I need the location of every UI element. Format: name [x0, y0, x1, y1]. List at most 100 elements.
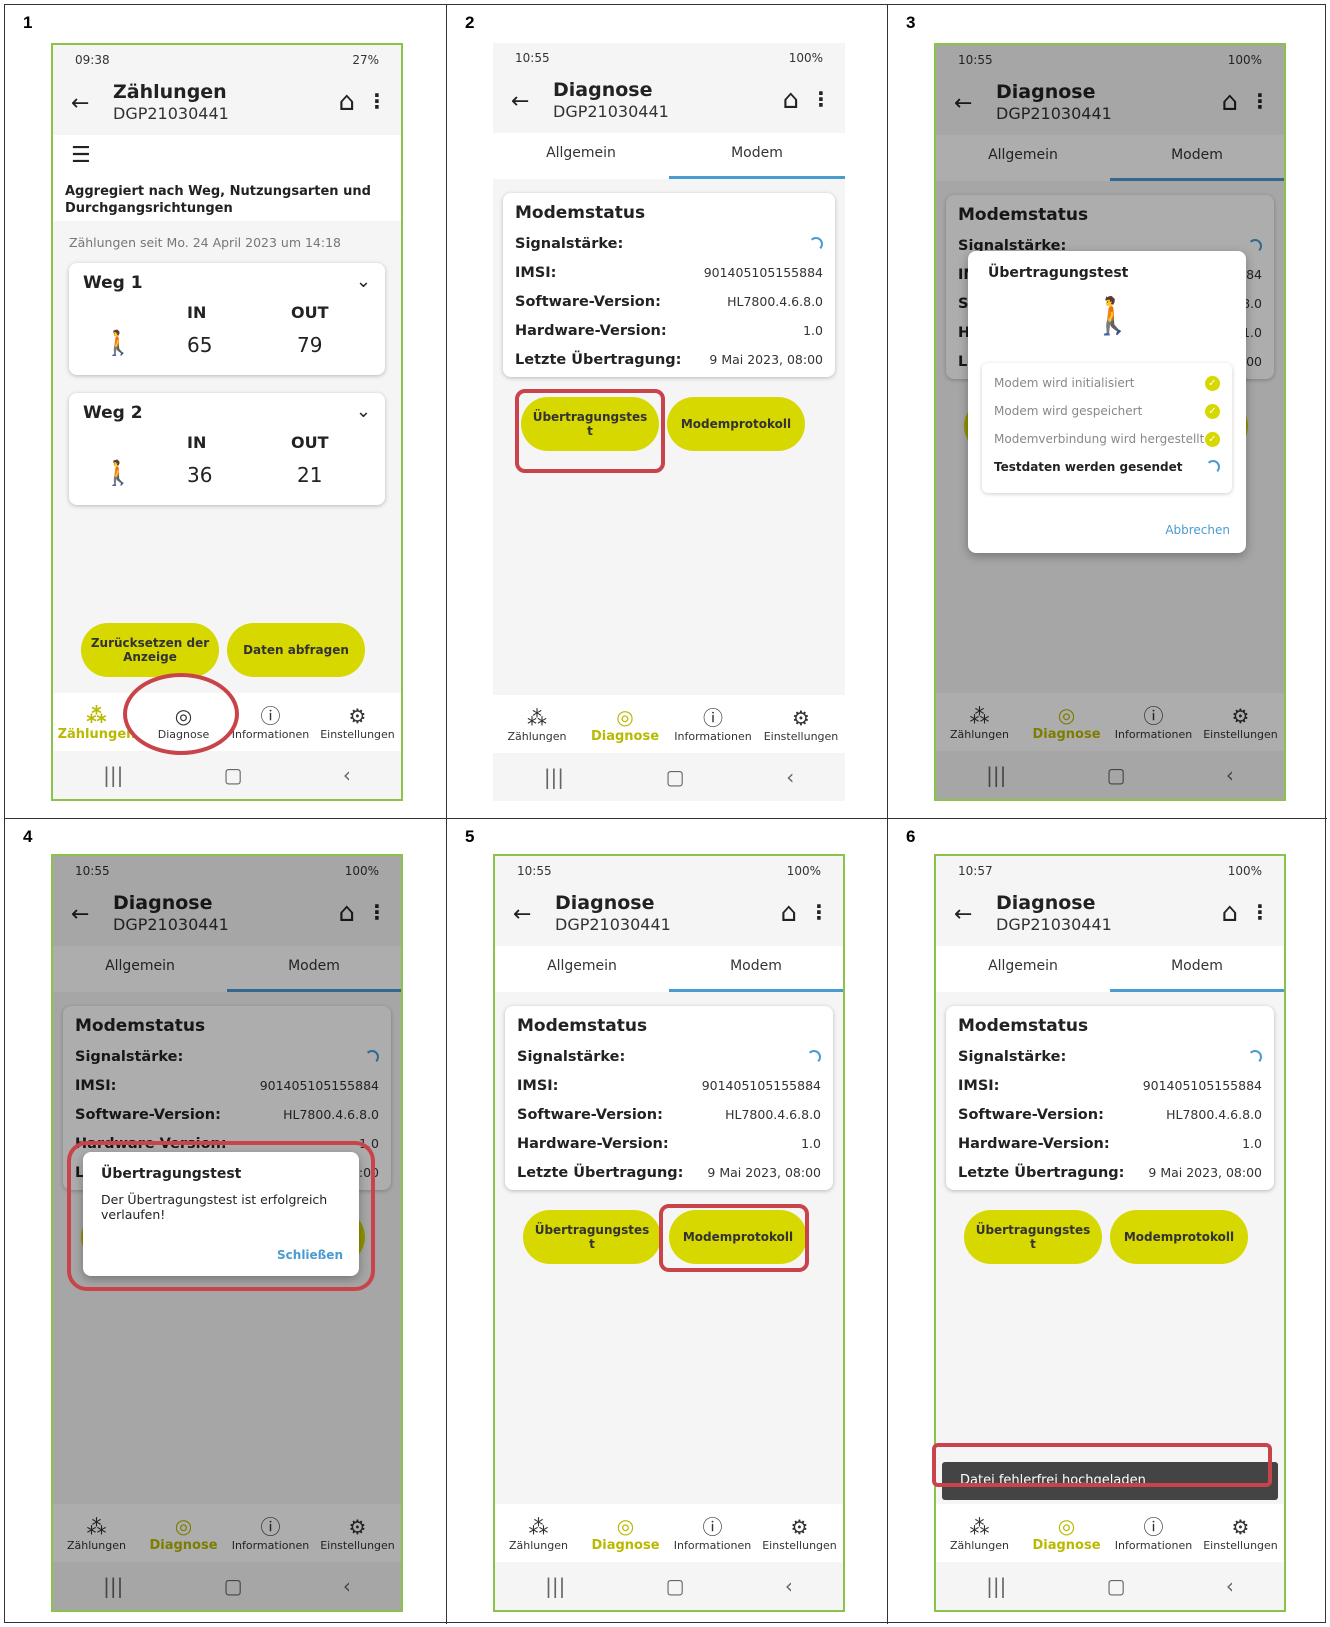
more-menu-icon[interactable]: ⋮	[811, 87, 831, 111]
nav-settings[interactable]: ⚙ Einstellungen	[756, 1504, 843, 1562]
home-button-icon[interactable]: ▢	[224, 763, 243, 787]
tab-general[interactable]: Allgemein	[493, 133, 669, 179]
battery-level: 27%	[352, 53, 379, 67]
nav-diagnosis[interactable]: ◎ Diagnose	[1023, 1504, 1110, 1562]
nav-counts[interactable]: ⁂ Zählungen	[936, 1504, 1023, 1562]
row-key: IMSI:	[515, 264, 557, 281]
nav-label: Informationen	[674, 729, 752, 743]
nav-diagnosis[interactable]: ◎ Diagnose	[582, 1504, 669, 1562]
row-value: 901405105155884	[701, 1078, 821, 1093]
recents-icon[interactable]: |||	[103, 763, 123, 787]
modem-status-card: Modemstatus Signalstärke: IMSI: 90140510515…	[503, 193, 835, 377]
back-arrow-icon[interactable]: ←	[71, 91, 113, 116]
battery-level: 100%	[1227, 864, 1262, 878]
system-nav: ||| ▢ ‹	[493, 753, 845, 801]
status-row: IMSI: 901405105155884	[515, 258, 823, 287]
nav-label: Informationen	[1114, 1538, 1193, 1552]
nav-label: Diagnose	[590, 728, 660, 744]
back-arrow-icon[interactable]: ←	[513, 902, 555, 927]
recents-icon[interactable]: |||	[544, 765, 564, 789]
out-count: 21	[297, 463, 323, 487]
step-label: Testdaten werden gesendet	[994, 460, 1183, 474]
step-label: Modemverbindung wird hergestellt	[994, 432, 1205, 446]
modem-protocol-button[interactable]: Modemprotokoll	[1110, 1210, 1248, 1264]
clock: 10:55	[515, 51, 550, 65]
dialog-title: Übertragungstest	[988, 265, 1129, 281]
chevron-down-icon[interactable]: ⌄	[356, 401, 371, 422]
nav-information[interactable]: ⓘ Informationen	[669, 695, 757, 753]
pulse-icon: ◎	[616, 1513, 635, 1538]
nav-diagnosis[interactable]: ◎ Diagnose	[581, 695, 669, 753]
back-icon[interactable]: ‹	[786, 765, 794, 789]
info-icon: ⓘ	[1143, 1514, 1164, 1539]
home-button-icon[interactable]: ▢	[666, 1574, 685, 1598]
nav-settings[interactable]: ⚙ Einstellungen	[757, 695, 845, 753]
loading-spinner-icon	[1248, 1049, 1262, 1064]
nav-counts[interactable]: ⁂ Zählungen	[493, 695, 581, 753]
transmission-test-button[interactable]: Übertragungstes t	[523, 1210, 661, 1264]
more-menu-icon[interactable]: ⋮	[367, 89, 387, 113]
row-key: Software-Version:	[517, 1106, 663, 1123]
way-card[interactable]: Weg 1 ⌄ IN OUT 🚶 65 79	[69, 263, 385, 375]
back-arrow-icon[interactable]: ←	[511, 89, 553, 114]
row-key: IMSI:	[517, 1077, 559, 1094]
home-button-icon[interactable]: ▢	[1107, 1574, 1126, 1598]
tab-modem[interactable]: Modem	[1110, 946, 1284, 992]
back-icon[interactable]: ‹	[343, 763, 351, 787]
chevron-down-icon[interactable]: ⌄	[356, 271, 371, 292]
progress-step: Modemverbindung wird hergestellt ✓	[994, 425, 1220, 453]
clock: 09:38	[75, 53, 110, 67]
row-value: 1.0	[801, 1136, 821, 1151]
home-icon[interactable]: ⌂	[780, 898, 797, 928]
recents-icon[interactable]: |||	[545, 1574, 565, 1598]
more-menu-icon[interactable]: ⋮	[809, 900, 829, 924]
tab-general[interactable]: Allgemein	[936, 946, 1110, 992]
in-label: IN	[187, 433, 207, 452]
nav-counts[interactable]: ⁂ Zählungen	[495, 1504, 582, 1562]
out-label: OUT	[291, 433, 329, 452]
home-icon[interactable]: ⌂	[782, 85, 799, 115]
status-row: Hardware-Version: 1.0	[515, 316, 823, 345]
aggregation-label: Aggregiert nach Weg, Nutzungsarten und D…	[65, 184, 371, 216]
nav-information[interactable]: ⓘ Informationen	[669, 1504, 756, 1562]
recents-icon[interactable]: |||	[986, 1574, 1006, 1598]
more-menu-icon[interactable]: ⋮	[1250, 900, 1270, 924]
app-bar: ← Diagnose DGP21030441 ⌂ ⋮	[936, 886, 1284, 944]
panel-number: 4	[23, 827, 33, 846]
status-bar: 10:55 100%	[493, 43, 845, 73]
back-icon[interactable]: ‹	[1226, 1574, 1234, 1598]
back-icon[interactable]: ‹	[785, 1574, 793, 1598]
nav-label: Zählungen	[950, 1538, 1009, 1552]
panel-number: 3	[906, 13, 916, 32]
nav-label: Einstellungen	[320, 727, 395, 741]
row-value: 9 Mai 2023, 08:00	[709, 352, 823, 367]
status-bar: 09:38 27%	[53, 45, 401, 75]
nav-information[interactable]: ⓘ Informationen	[227, 693, 314, 751]
modem-protocol-button[interactable]: Modemprotokoll	[667, 397, 805, 451]
home-icon[interactable]: ⌂	[338, 87, 355, 117]
way-name: Weg 2	[83, 403, 143, 423]
nav-information[interactable]: ⓘ Informationen	[1110, 1504, 1197, 1562]
panel-2: 2 10:55 100% ← Diagnose DGP21030441 ⌂ ⋮ Al…	[447, 5, 888, 819]
filter-icon[interactable]: ☰	[71, 143, 91, 168]
transmission-test-button[interactable]: Übertragungstes t	[964, 1210, 1102, 1264]
home-icon[interactable]: ⌂	[1221, 898, 1238, 928]
panel-1: 1 09:38 27% ← Zählungen DGP21030441 ⌂ ⋮ ☰ …	[5, 5, 447, 819]
nav-settings[interactable]: ⚙ Einstellungen	[1197, 1504, 1284, 1562]
tab-modem[interactable]: Modem	[669, 133, 845, 179]
tab-modem[interactable]: Modem	[669, 946, 843, 992]
transmission-test-dialog: Übertragungstest 🚶 Modem wird initialisi…	[968, 251, 1246, 553]
panel-number: 6	[906, 827, 916, 846]
row-value: HL7800.4.6.8.0	[725, 1107, 821, 1122]
home-button-icon[interactable]: ▢	[666, 765, 685, 789]
row-key: Signalstärke:	[515, 235, 624, 252]
page-title: Diagnose	[553, 79, 653, 101]
nav-settings[interactable]: ⚙ Einstellungen	[314, 693, 401, 751]
way-card[interactable]: Weg 2 ⌄ IN OUT 🚶 36 21	[69, 393, 385, 505]
step-label: Modem wird gespeichert	[994, 404, 1143, 418]
query-data-button[interactable]: Daten abfragen	[227, 623, 365, 677]
back-arrow-icon[interactable]: ←	[954, 902, 996, 927]
cancel-button[interactable]: Abbrechen	[1165, 523, 1230, 537]
reset-display-button[interactable]: Zurücksetzen der Anzeige	[81, 623, 219, 677]
tab-general[interactable]: Allgemein	[495, 946, 669, 992]
